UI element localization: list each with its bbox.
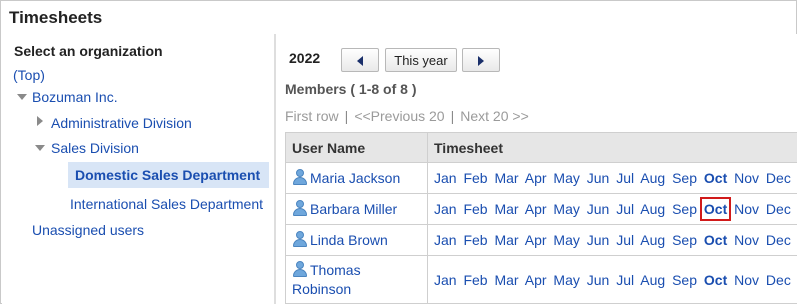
month-link-dec[interactable]: Dec (766, 201, 791, 217)
user-name-link[interactable]: Barbara Miller (310, 201, 397, 217)
month-link-jul[interactable]: Jul (616, 272, 634, 288)
timesheet-months-cell: Jan Feb Mar Apr May Jun Jul Aug Sep Oct … (427, 162, 797, 194)
org-tree-heading: Select an organization (14, 43, 163, 59)
month-link-feb[interactable]: Feb (463, 232, 487, 248)
members-table: User Name Timesheet Maria Jackson Jan Feb… (285, 132, 797, 304)
month-link-sep[interactable]: Sep (672, 170, 697, 186)
timesheets-window: Timesheets Select an organization (Top) … (0, 0, 797, 304)
month-link-jul[interactable]: Jul (616, 170, 634, 186)
pager-previous: <<Previous 20 (354, 108, 445, 124)
triangle-right-icon (478, 56, 484, 67)
month-link-aug[interactable]: Aug (640, 272, 665, 288)
timesheet-months-cell: Jan Feb Mar Apr May Jun Jul Aug Sep Oct … (427, 255, 797, 304)
table-row: Barbara Miller Jan Feb Mar Apr May Jun Ju… (285, 193, 797, 225)
timesheet-header: Timesheet (427, 132, 797, 163)
user-icon (292, 230, 308, 247)
user-name-header[interactable]: User Name (285, 132, 428, 163)
user-name-link[interactable]: Linda Brown (310, 232, 388, 248)
timesheet-months-cell: Jan Feb Mar Apr May Jun Jul Aug Sep Oct … (427, 224, 797, 256)
user-cell: Maria Jackson (285, 162, 428, 194)
org-international-sales-link[interactable]: International Sales Department (70, 196, 263, 212)
month-link-nov[interactable]: Nov (734, 272, 759, 288)
user-name-link[interactable]: Maria Jackson (310, 170, 400, 186)
user-cell: Thomas Robinson (285, 255, 428, 304)
org-bozuman-link[interactable]: Bozuman Inc. (32, 89, 118, 105)
month-link-sep[interactable]: Sep (672, 272, 697, 288)
month-link-nov[interactable]: Nov (734, 170, 759, 186)
month-link-apr[interactable]: Apr (525, 232, 547, 248)
table-row: Linda Brown Jan Feb Mar Apr May Jun Jul A… (285, 224, 797, 256)
triangle-left-icon (357, 56, 363, 67)
collapsed-triangle-icon[interactable] (37, 116, 43, 126)
table-row: Thomas Robinson Jan Feb Mar Apr May Jun J… (285, 255, 797, 304)
month-link-oct[interactable]: Oct (699, 197, 732, 221)
org-tree-pane: Select an organization (Top) Bozuman Inc… (2, 34, 274, 304)
month-link-mar[interactable]: Mar (494, 232, 518, 248)
month-link-jan[interactable]: Jan (434, 232, 457, 248)
month-link-dec[interactable]: Dec (766, 170, 791, 186)
month-link-jan[interactable]: Jan (434, 201, 457, 217)
month-link-nov[interactable]: Nov (734, 232, 759, 248)
window-title: Timesheets (9, 8, 103, 27)
month-link-sep[interactable]: Sep (672, 232, 697, 248)
month-link-apr[interactable]: Apr (525, 170, 547, 186)
month-link-feb[interactable]: Feb (463, 201, 487, 217)
table-row: Maria Jackson Jan Feb Mar Apr May Jun Jul… (285, 162, 797, 194)
month-link-feb[interactable]: Feb (463, 170, 487, 186)
user-cell: Barbara Miller (285, 193, 428, 225)
pager-separator: | (344, 108, 349, 124)
pager-separator: | (450, 108, 455, 124)
previous-year-button[interactable] (341, 48, 379, 72)
month-link-aug[interactable]: Aug (640, 201, 665, 217)
pager-next: Next 20 >> (460, 108, 529, 124)
month-link-jan[interactable]: Jan (434, 272, 457, 288)
month-link-may[interactable]: May (553, 232, 579, 248)
month-link-oct[interactable]: Oct (704, 272, 727, 288)
org-unassigned-link[interactable]: Unassigned users (32, 222, 144, 238)
next-year-button[interactable] (462, 48, 500, 72)
org-top-link[interactable]: (Top) (13, 67, 45, 83)
month-link-dec[interactable]: Dec (766, 272, 791, 288)
month-link-mar[interactable]: Mar (494, 272, 518, 288)
month-link-jul[interactable]: Jul (616, 201, 634, 217)
pager: First row | <<Previous 20 | Next 20 >> (285, 108, 529, 124)
month-link-sep[interactable]: Sep (672, 201, 697, 217)
org-administrative-link[interactable]: Administrative Division (51, 115, 192, 131)
month-link-mar[interactable]: Mar (494, 201, 518, 217)
month-link-jul[interactable]: Jul (616, 232, 634, 248)
expanded-triangle-icon[interactable] (35, 145, 45, 151)
month-link-feb[interactable]: Feb (463, 272, 487, 288)
month-link-aug[interactable]: Aug (640, 170, 665, 186)
org-sales-division-link[interactable]: Sales Division (51, 140, 139, 156)
month-link-jun[interactable]: Jun (587, 201, 610, 217)
user-icon (292, 199, 308, 216)
month-link-aug[interactable]: Aug (640, 232, 665, 248)
month-link-jan[interactable]: Jan (434, 170, 457, 186)
expanded-triangle-icon[interactable] (17, 94, 27, 100)
month-link-apr[interactable]: Apr (525, 201, 547, 217)
pager-first-row: First row (285, 108, 339, 124)
month-link-apr[interactable]: Apr (525, 272, 547, 288)
this-year-button[interactable]: This year (385, 48, 457, 72)
month-link-may[interactable]: May (553, 272, 579, 288)
month-link-jun[interactable]: Jun (587, 272, 610, 288)
timesheet-months-cell: Jan Feb Mar Apr May Jun Jul Aug Sep Oct … (427, 193, 797, 225)
month-link-jun[interactable]: Jun (587, 232, 610, 248)
org-domestic-sales-selected[interactable]: Domestic Sales Department (68, 162, 269, 188)
user-icon (292, 260, 308, 277)
members-summary: Members ( 1-8 of 8 ) (285, 81, 417, 97)
month-link-mar[interactable]: Mar (494, 170, 518, 186)
year-label: 2022 (289, 50, 321, 66)
month-link-dec[interactable]: Dec (766, 232, 791, 248)
month-link-may[interactable]: May (553, 201, 579, 217)
month-link-oct[interactable]: Oct (704, 170, 727, 186)
user-icon (292, 168, 308, 185)
month-link-jun[interactable]: Jun (587, 170, 610, 186)
user-cell: Linda Brown (285, 224, 428, 256)
month-link-may[interactable]: May (553, 170, 579, 186)
table-header-row: User Name Timesheet (285, 132, 797, 163)
month-link-nov[interactable]: Nov (734, 201, 759, 217)
month-link-oct[interactable]: Oct (704, 232, 727, 248)
timesheet-pane: 2022 This year Members ( 1-8 of 8 ) Firs… (276, 34, 797, 304)
